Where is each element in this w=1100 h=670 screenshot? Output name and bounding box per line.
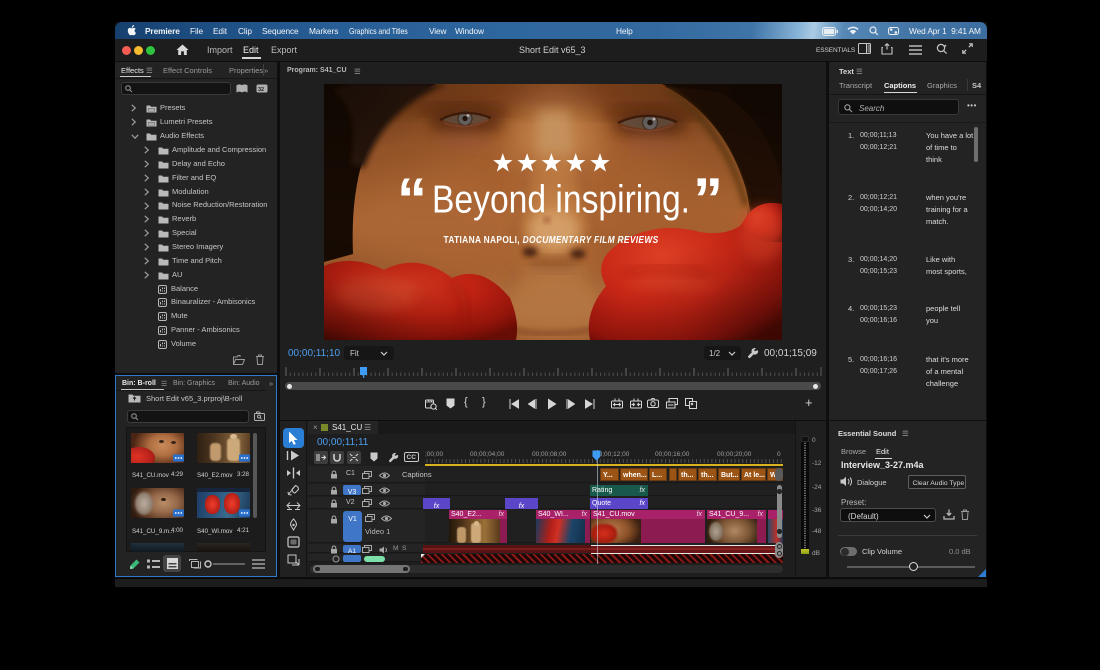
- svg-text:TATIANA NAPOLI, DOCUMENTARY FI: TATIANA NAPOLI, DOCUMENTARY FILM REVIEWS: [444, 235, 659, 246]
- svg-text:”: ”: [693, 166, 719, 233]
- svg-text:32: 32: [258, 87, 264, 93]
- svg-text:Beyond inspiring.: Beyond inspiring.: [432, 179, 690, 222]
- svg-text:“: “: [397, 166, 423, 233]
